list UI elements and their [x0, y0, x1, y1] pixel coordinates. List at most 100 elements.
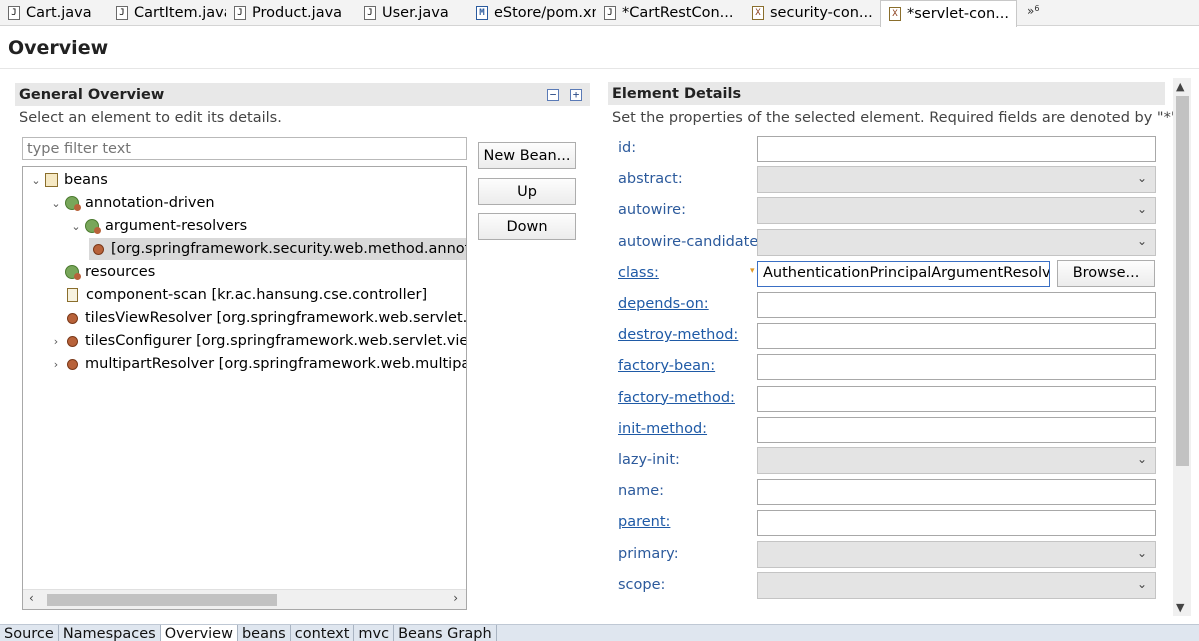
new-bean-button[interactable]: New Bean...	[478, 142, 576, 169]
bean-icon	[67, 335, 78, 347]
tab-overflow-button[interactable]: » 6	[1017, 0, 1045, 26]
page-tab[interactable]: context	[291, 625, 355, 641]
property-input[interactable]	[757, 354, 1156, 381]
page-tab[interactable]: Source	[0, 625, 59, 641]
property-input[interactable]	[757, 323, 1156, 350]
property-dropdown[interactable]: ⌄	[757, 166, 1156, 194]
editor-tab[interactable]: J CartItem.java	[108, 0, 226, 26]
element-details-title: Element Details	[612, 85, 742, 102]
page-tab[interactable]: Overview	[160, 625, 238, 641]
bean-icon	[67, 358, 78, 370]
expand-toggle-icon[interactable]: ⌄	[69, 220, 83, 233]
page-tab[interactable]: beans	[238, 625, 291, 641]
editor-tab-label: *servlet-con...	[907, 6, 1009, 22]
scroll-right-icon[interactable]: ›	[453, 591, 458, 605]
chevron-down-icon: ⌄	[1136, 202, 1147, 217]
editor-page-tabs: Source Namespaces Overview beans context mvc B…	[0, 624, 1199, 641]
tree-item[interactable]: component-scan [kr.ac.hansung.cse.contro…	[49, 284, 427, 306]
element-details-description: Set the properties of the selected eleme…	[612, 110, 1183, 126]
expand-toggle-icon[interactable]: ⌄	[29, 174, 43, 187]
java-file-icon: J	[234, 6, 246, 20]
tree-item[interactable]: › tilesConfigurer [org.springframework.we…	[49, 330, 466, 352]
tree-item-label: tilesViewResolver [org.springframework.w…	[85, 310, 467, 326]
expand-toggle-icon[interactable]: ⌄	[49, 197, 63, 210]
browse-button[interactable]: Browse...	[1057, 259, 1155, 287]
property-label[interactable]: init-method:	[618, 421, 707, 437]
editor-tab-label: CartItem.java	[134, 5, 226, 21]
property-dropdown[interactable]: ⌄	[757, 540, 1156, 568]
xml-file-icon: X	[752, 6, 764, 20]
scrollbar-thumb[interactable]	[47, 594, 277, 606]
page-tab[interactable]: Namespaces	[59, 625, 161, 641]
editor-tab-label: User.java	[382, 5, 449, 21]
editor-tab[interactable]: J *CartRestCon...	[596, 0, 744, 26]
property-label: autowire:	[618, 202, 686, 219]
up-button[interactable]: Up	[478, 178, 576, 205]
property-dropdown[interactable]: ⌄	[757, 571, 1156, 599]
property-dropdown[interactable]: ⌄	[757, 447, 1156, 474]
editor-tab[interactable]: X*servlet-con...⨯	[880, 0, 1017, 27]
property-input[interactable]	[757, 479, 1156, 506]
page-tab[interactable]: Beans Graph	[394, 625, 497, 641]
property-label[interactable]: factory-method:	[618, 390, 735, 406]
property-dropdown[interactable]: ⌄	[757, 197, 1156, 225]
collapse-all-icon[interactable]: −	[547, 89, 559, 101]
tree-item-label: argument-resolvers	[105, 218, 248, 234]
namespace-element-icon	[65, 265, 81, 280]
editor-tab[interactable]: J User.java	[356, 0, 468, 26]
scroll-up-icon[interactable]: ▲	[1176, 80, 1184, 93]
property-input[interactable]	[757, 136, 1156, 162]
tree-item[interactable]: ⌄ argument-resolvers	[69, 215, 247, 237]
java-file-icon: J	[8, 6, 20, 20]
property-label[interactable]: parent:	[618, 514, 670, 530]
tree-item[interactable]: ⌄ beans	[29, 169, 108, 191]
scroll-left-icon[interactable]: ‹	[29, 591, 34, 605]
property-label[interactable]: class:	[618, 265, 659, 281]
editor-tab[interactable]: MeStore/pom.xml	[468, 0, 596, 26]
property-input[interactable]: AuthenticationPrincipalArgumentResolver	[757, 260, 1050, 287]
property-label[interactable]: factory-bean:	[618, 358, 715, 374]
filter-input[interactable]	[22, 137, 467, 160]
scroll-down-icon[interactable]: ▼	[1176, 601, 1184, 614]
expand-toggle-icon[interactable]: ›	[49, 335, 63, 348]
bean-tree[interactable]: ‹ › ⌄ beans ⌄ annotation-driven ⌄ argument-re…	[22, 166, 467, 610]
property-label: scope:	[618, 576, 666, 593]
page-title: Overview	[8, 37, 109, 59]
editor-tab[interactable]: J Product.java	[226, 0, 356, 26]
component-scan-icon	[67, 288, 78, 302]
property-input[interactable]	[757, 385, 1156, 412]
page-tab[interactable]: mvc	[354, 625, 395, 641]
tree-horizontal-scrollbar[interactable]: ‹ ›	[23, 589, 466, 609]
tree-item[interactable]: ⌄ annotation-driven	[49, 192, 215, 214]
tree-item[interactable]: › multipartResolver [org.springframework.…	[49, 353, 467, 375]
scrollbar-thumb[interactable]	[1176, 96, 1189, 466]
editor-tab[interactable]: Xsecurity-con...	[744, 0, 880, 26]
editor-tab[interactable]: J Cart.java	[0, 0, 108, 26]
overflow-icon: »	[1027, 4, 1035, 18]
tree-item-label: beans	[64, 172, 108, 188]
property-input[interactable]	[757, 510, 1156, 537]
property-input[interactable]	[757, 416, 1156, 443]
editor-tab-label: Cart.java	[26, 5, 92, 21]
expand-toggle-icon[interactable]: ›	[49, 358, 63, 371]
chevron-down-icon: ⌄	[1136, 171, 1147, 186]
tree-item[interactable]: tilesViewResolver [org.springframework.w…	[49, 307, 467, 329]
property-dropdown[interactable]: ⌄	[757, 228, 1156, 256]
tree-item[interactable]: [org.springframework.security.web.method…	[89, 238, 466, 260]
chevron-down-icon: ⌄	[1136, 545, 1147, 560]
beans-file-icon	[45, 173, 58, 187]
property-label[interactable]: depends-on:	[618, 296, 709, 312]
tree-item-label: multipartResolver [org.springframework.w…	[85, 356, 467, 372]
property-label: autowire-candidate:	[618, 233, 764, 250]
tree-item[interactable]: resources	[49, 261, 155, 283]
details-vertical-scrollbar[interactable]: ▲ ▼	[1173, 78, 1191, 616]
property-input[interactable]	[757, 292, 1156, 318]
expand-all-icon[interactable]: +	[570, 89, 582, 101]
chevron-down-icon: ⌄	[1136, 452, 1147, 466]
xml-file-icon: X	[889, 7, 901, 21]
property-label[interactable]: destroy-method:	[618, 327, 738, 343]
down-button[interactable]: Down	[478, 213, 576, 240]
content-assist-icon: ▾	[750, 266, 755, 276]
title-divider	[0, 68, 1199, 69]
property-label: name:	[618, 483, 665, 500]
